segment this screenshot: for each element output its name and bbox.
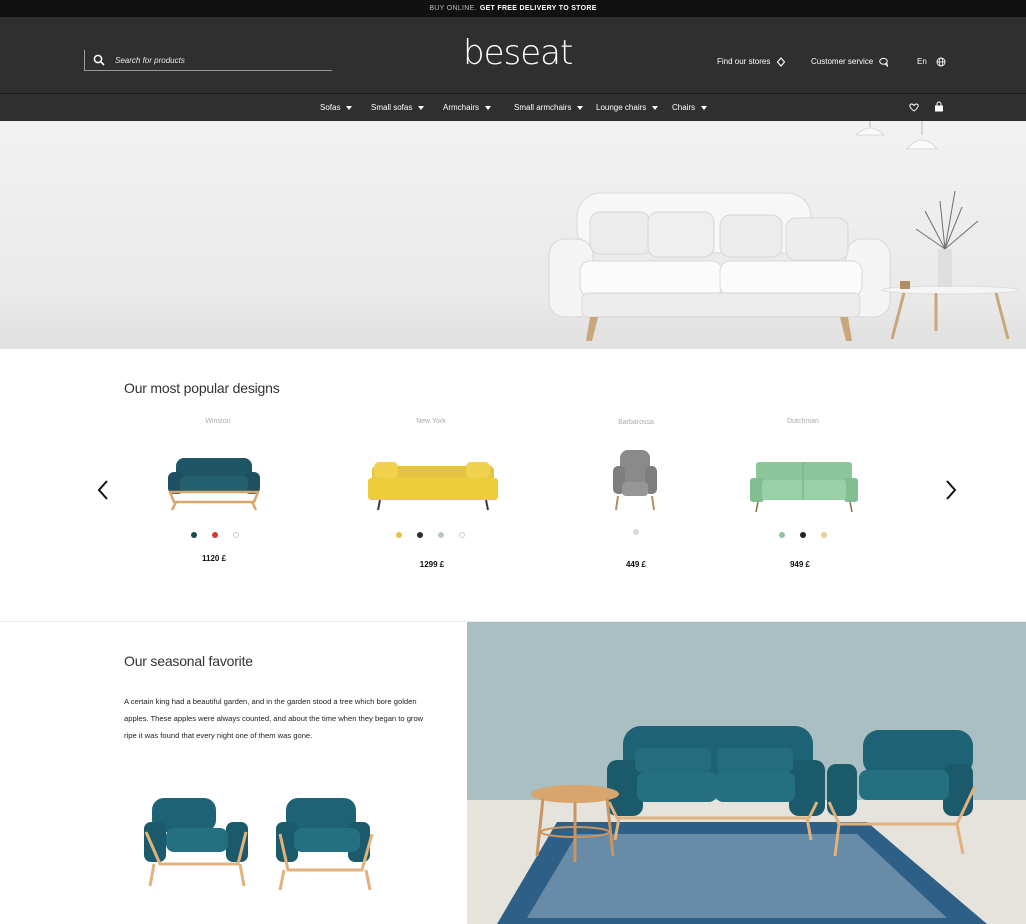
promo-bar: BUY ONLINE. GET FREE DELIVERY TO STORE: [0, 0, 1026, 17]
hero-banner: [0, 121, 1026, 349]
color-swatch[interactable]: [779, 532, 785, 538]
product-name-winston[interactable]: Winston: [158, 418, 278, 425]
product-image-barbarossa[interactable]: [608, 448, 662, 512]
product-image-new-york[interactable]: [366, 458, 500, 512]
site-header: beseat Find our stores Customer service …: [0, 17, 1026, 121]
product-price-new-york: 1299 £: [419, 560, 445, 569]
product-price-barbarossa: 449 £: [625, 560, 647, 569]
nav-item-sofas[interactable]: Sofas: [320, 101, 353, 115]
seasonal-armchairs-image: [144, 798, 374, 891]
color-swatch[interactable]: [633, 529, 639, 535]
customer-service-label: Customer service: [811, 57, 874, 66]
color-swatch[interactable]: [438, 532, 444, 538]
promo-highlight: GET FREE DELIVERY TO STORE: [479, 5, 597, 12]
product-name-new-york[interactable]: New York: [371, 418, 491, 425]
nav-label: Sofas: [320, 103, 341, 112]
chat-icon: [879, 57, 889, 67]
language-label: En: [917, 57, 927, 66]
shopping-bag-icon[interactable]: [933, 101, 945, 113]
nav-label: Lounge chairs: [596, 103, 647, 112]
search-bar[interactable]: [84, 50, 332, 71]
popular-section-title: Our most popular designs: [124, 380, 280, 396]
product-price-dutchman: 949 £: [789, 560, 811, 569]
room-illustration: [497, 726, 987, 924]
chevron-down-icon: [346, 106, 353, 110]
seasonal-description: A certain king had a beautiful garden, a…: [124, 697, 424, 740]
chevron-down-icon: [418, 106, 425, 110]
search-input[interactable]: [115, 52, 325, 68]
hero-image: [0, 121, 1026, 349]
nav-item-chairs[interactable]: Chairs: [672, 101, 708, 115]
nav-item-small-sofas[interactable]: Small sofas: [371, 101, 425, 115]
color-swatch[interactable]: [800, 532, 806, 538]
carousel-next-arrow[interactable]: [944, 479, 958, 501]
language-selector[interactable]: En: [917, 55, 946, 69]
promo-prefix: BUY ONLINE.: [429, 5, 477, 12]
nav-label: Small sofas: [371, 103, 413, 112]
product-name-barbarossa[interactable]: Barbarossa: [576, 419, 696, 426]
color-swatch[interactable]: [396, 532, 402, 538]
chevron-down-icon: [652, 106, 659, 110]
find-stores-link[interactable]: Find our stores: [717, 55, 786, 69]
product-name-dutchman[interactable]: Dutchman: [743, 418, 863, 425]
product-image-dutchman[interactable]: [744, 456, 864, 514]
customer-service-link[interactable]: Customer service: [811, 55, 889, 69]
location-icon: [777, 57, 786, 67]
nav-label: Armchairs: [443, 103, 480, 112]
color-swatch[interactable]: [417, 532, 423, 538]
color-swatch[interactable]: [459, 532, 465, 538]
chevron-down-icon: [701, 106, 708, 110]
nav-item-small-armchairs[interactable]: Small armchairs: [514, 101, 584, 115]
product-image-winston[interactable]: [162, 452, 266, 512]
nav-label: Small armchairs: [514, 103, 572, 112]
globe-icon: [936, 57, 946, 67]
carousel-prev-arrow[interactable]: [96, 479, 110, 501]
logo[interactable]: beseat: [463, 31, 573, 75]
color-swatch[interactable]: [212, 532, 218, 538]
color-swatch[interactable]: [233, 532, 239, 538]
seasonal-room-image: [467, 622, 1026, 924]
chevron-down-icon: [485, 106, 492, 110]
header-divider: [0, 93, 1026, 94]
search-icon[interactable]: [93, 54, 105, 66]
nav-item-armchairs[interactable]: Armchairs: [443, 101, 492, 115]
color-swatch[interactable]: [821, 532, 827, 538]
nav-item-lounge-chairs[interactable]: Lounge chairs: [596, 101, 659, 115]
color-swatch[interactable]: [191, 532, 197, 538]
nav-label: Chairs: [672, 103, 696, 112]
product-price-winston: 1120 £: [201, 554, 227, 563]
heart-icon[interactable]: [908, 101, 920, 113]
main-nav: Sofas Small sofas Armchairs Small armcha…: [0, 101, 1026, 115]
chevron-down-icon: [577, 106, 584, 110]
seasonal-section-title: Our seasonal favorite: [124, 653, 253, 669]
find-stores-label: Find our stores: [717, 57, 771, 66]
